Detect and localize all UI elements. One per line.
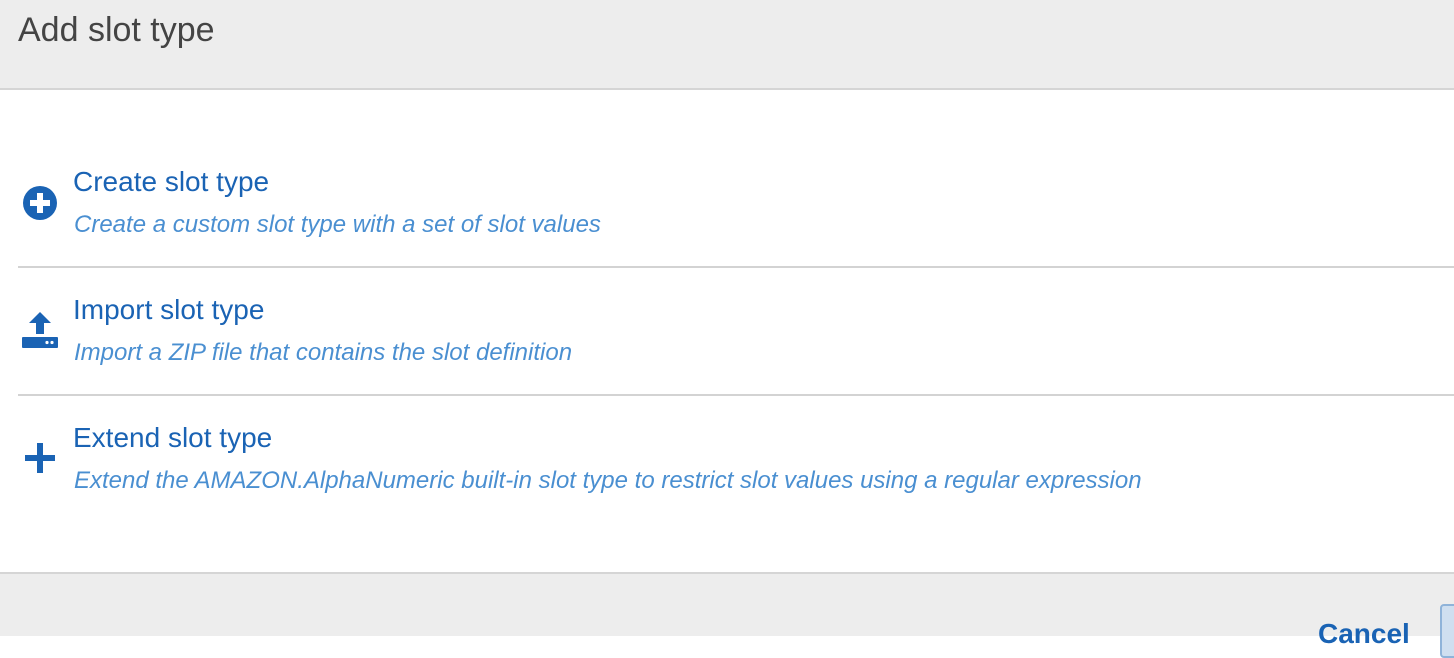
option-title[interactable]: Extend slot type: [73, 422, 272, 454]
option-description: Extend the AMAZON.AlphaNumeric built-in …: [74, 467, 1142, 494]
plus-circle-icon: [23, 186, 57, 220]
dialog-header: Add slot type: [0, 0, 1454, 90]
option-description: Import a ZIP file that contains the slot…: [74, 339, 573, 366]
option-extend-slot-type[interactable]: Extend slot type Extend the AMAZON.Alpha…: [18, 396, 1454, 522]
plus-icon: [25, 443, 55, 473]
upload-icon: [22, 312, 58, 348]
dialog-title: Add slot type: [18, 11, 215, 49]
dialog-body: Create slot type Create a custom slot ty…: [0, 90, 1454, 572]
cancel-button[interactable]: Cancel: [1318, 618, 1410, 650]
dialog-footer: Cancel: [0, 572, 1454, 658]
option-description: Create a custom slot type with a set of …: [74, 211, 601, 238]
primary-button[interactable]: [1440, 604, 1454, 658]
option-title[interactable]: Create slot type: [73, 166, 269, 198]
option-title[interactable]: Import slot type: [73, 294, 264, 326]
option-import-slot-type[interactable]: Import slot type Import a ZIP file that …: [18, 268, 1454, 396]
option-create-slot-type[interactable]: Create slot type Create a custom slot ty…: [18, 140, 1454, 268]
